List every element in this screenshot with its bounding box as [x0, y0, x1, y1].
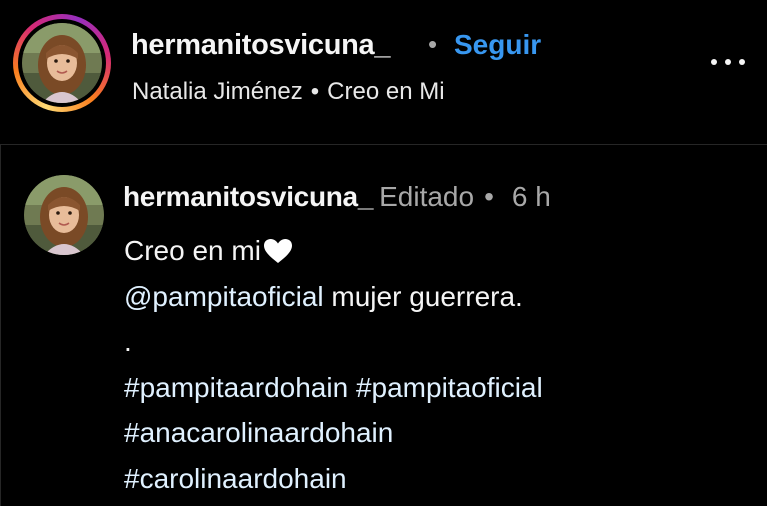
caption-line: #anacarolinaardohain [124, 410, 543, 456]
caption-line-text: . [124, 326, 132, 358]
avatar-photo [22, 23, 102, 103]
caption-line: #pampitaardohain #pampitaoficial [124, 365, 543, 411]
post-screen: hermanitosvicuna_ • Seguir Natalia Jimén… [0, 0, 767, 506]
post-time: 6 h [511, 181, 551, 212]
avatar-photo [24, 175, 104, 255]
white-heart-icon [263, 239, 292, 263]
hashtag-link[interactable]: #anacarolinaardohain [124, 417, 393, 448]
mention-link[interactable]: @pampitaoficial [124, 281, 324, 312]
caption-line-text: mujer guerrera. [323, 280, 523, 312]
hashtag-link[interactable]: #pampitaoficial [356, 372, 543, 403]
post-header: hermanitosvicuna_ • Seguir Natalia Jimén… [0, 0, 767, 144]
caption-panel: hermanitosvicuna_ Editado • 6 h Creo en mi … [0, 145, 767, 506]
edited-label: Editado [379, 181, 475, 212]
more-horizontal-icon[interactable] [711, 52, 751, 72]
header-avatar[interactable] [22, 23, 102, 103]
caption-separator: • [484, 181, 494, 212]
audio-separator: • [310, 78, 320, 105]
caption-line-text: Creo en mi [124, 235, 261, 266]
more-dot [711, 59, 717, 65]
more-dot [739, 59, 745, 65]
caption-line: Creo en mi [124, 228, 543, 274]
header-separator: • [428, 29, 438, 59]
hashtag-link[interactable]: #pampitaardohain [124, 372, 348, 403]
caption-line: . [124, 319, 543, 365]
audio-song: Creo en Mi [327, 78, 445, 105]
caption-text: Creo en mi @pampitaoficial mujer guerrer… [124, 228, 543, 502]
caption-username[interactable]: hermanitosvicuna_ [123, 181, 373, 212]
more-dot [725, 59, 731, 65]
hashtag-link[interactable]: #carolinaardohain [124, 463, 347, 494]
caption-header: hermanitosvicuna_ Editado • 6 h [123, 181, 551, 213]
audio-attribution[interactable]: Natalia Jiménez • Creo en Mi [132, 78, 445, 106]
caption-line: #carolinaardohain [124, 456, 543, 502]
story-ring[interactable] [13, 14, 111, 112]
caption-line: @pampitaoficial mujer guerrera. [124, 274, 543, 320]
follow-button[interactable]: Seguir [454, 29, 541, 61]
caption-avatar[interactable] [24, 175, 104, 255]
audio-artist: Natalia Jiménez [132, 78, 303, 105]
header-username[interactable]: hermanitosvicuna_ [131, 29, 391, 62]
